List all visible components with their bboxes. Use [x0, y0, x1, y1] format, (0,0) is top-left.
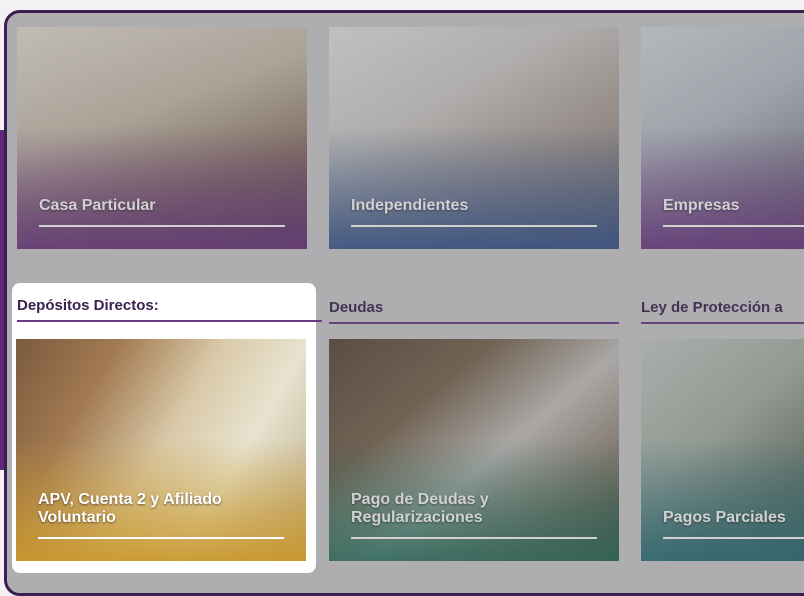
tile-label: Casa Particular [39, 197, 156, 214]
tile-underline [663, 225, 804, 227]
tile-casa-particular[interactable]: Casa Particular [17, 27, 307, 249]
tile-underline [38, 537, 284, 539]
tile-pagos-parciales[interactable]: Pagos Parciales [641, 339, 804, 561]
tile-underline [351, 225, 597, 227]
tile-scrim [17, 126, 307, 249]
tile-apv-cuenta2[interactable]: APV, Cuenta 2 y Afiliado Voluntario [16, 339, 306, 561]
tile-label: Empresas [663, 197, 740, 214]
section-heading-ley-proteccion: Ley de Protección a [641, 299, 804, 324]
tile-pago-deudas[interactable]: Pago de Deudas y Regularizaciones [329, 339, 619, 561]
tile-label: Pago de Deudas y Regularizaciones [351, 491, 489, 526]
tile-label: APV, Cuenta 2 y Afiliado Voluntario [38, 491, 222, 526]
section-heading-deudas: Deudas [329, 299, 619, 324]
section-heading-depositos: Depósitos Directos: [17, 297, 322, 322]
tile-independientes[interactable]: Independientes [329, 27, 619, 249]
tile-label: Independientes [351, 197, 469, 214]
tile-underline [663, 537, 804, 539]
highlight-card-depositos: Depósitos Directos: APV, Cuenta 2 y Afil… [12, 283, 322, 573]
tile-scrim [641, 438, 804, 561]
tile-scrim [329, 126, 619, 249]
tile-underline [39, 225, 285, 227]
tile-underline [351, 537, 597, 539]
tile-label: Pagos Parciales [663, 509, 786, 526]
tile-scrim [641, 126, 804, 249]
tile-empresas[interactable]: Empresas [641, 27, 804, 249]
